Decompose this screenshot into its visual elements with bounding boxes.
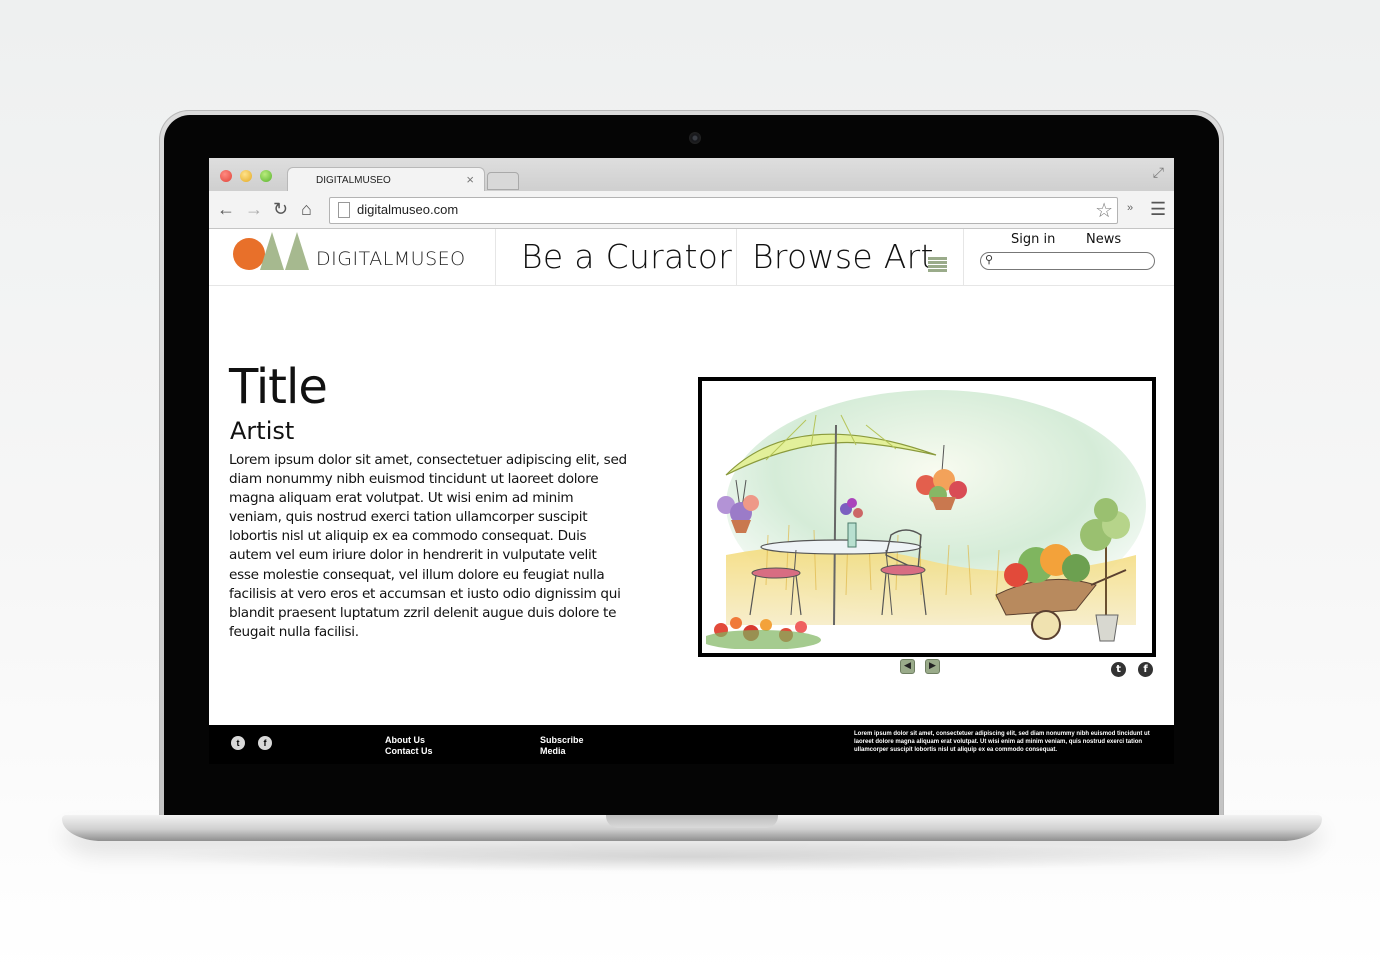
address-bar[interactable]: digitalmuseo.com ☆ (329, 197, 1118, 224)
tab-close-icon[interactable]: × (466, 172, 474, 187)
webcam (689, 132, 701, 144)
browser-toolbar: ← → ↻ ⌂ digitalmuseo.com ☆ » ☰ (209, 191, 1174, 229)
nav-be-a-curator[interactable]: Be a Curator (521, 237, 732, 276)
subscribe-link[interactable]: Subscribe (540, 735, 584, 746)
artwork-frame (698, 377, 1156, 657)
sign-in-link[interactable]: Sign in (1011, 232, 1055, 247)
header-divider (495, 229, 496, 285)
twitter-icon[interactable]: t (231, 736, 245, 750)
browser-tab[interactable]: DIGITALMUSEO × (287, 167, 485, 192)
search-icon: ⚲ (985, 253, 994, 266)
home-icon[interactable]: ⌂ (301, 200, 312, 218)
next-arrow-icon[interactable]: ▶ (925, 659, 940, 674)
artwork-image[interactable] (706, 385, 1148, 649)
footer-text: Lorem ipsum dolor sit amet, consectetuer… (854, 731, 1150, 754)
new-tab-button[interactable] (487, 172, 519, 190)
site-footer: t f About Us Contact Us Subscribe Media … (209, 725, 1174, 764)
laptop-shadow (140, 842, 1240, 872)
bookmark-star-icon[interactable]: ☆ (1095, 198, 1113, 223)
logo-text: DIGITALMUSEO (316, 248, 466, 270)
logo-triangle-shape (285, 232, 309, 270)
about-us-link[interactable]: About Us (385, 735, 425, 746)
news-link[interactable]: News (1086, 232, 1121, 247)
artwork-artist: Artist (230, 417, 295, 445)
tab-title: DIGITALMUSEO (316, 175, 391, 186)
header-divider (963, 229, 964, 285)
website: DIGITALMUSEO Be a Curator Browse Art Sig… (209, 229, 1174, 725)
tab-bar: DIGITALMUSEO × ⤢ (209, 158, 1174, 192)
artwork-title: Title (229, 359, 328, 415)
extensions-chevron-icon[interactable]: » (1127, 202, 1133, 214)
site-header: DIGITALMUSEO Be a Curator Browse Art Sig… (209, 229, 1174, 286)
facebook-icon[interactable]: f (1138, 662, 1153, 677)
close-window-button[interactable] (220, 170, 232, 182)
minimize-window-button[interactable] (240, 170, 252, 182)
browse-menu-icon[interactable] (928, 257, 947, 273)
contact-us-link[interactable]: Contact Us (385, 746, 433, 757)
prev-arrow-icon[interactable]: ◀ (900, 659, 915, 674)
header-divider (736, 229, 737, 285)
url-text: digitalmuseo.com (357, 202, 459, 217)
facebook-icon[interactable]: f (258, 736, 272, 750)
page-icon (338, 202, 350, 218)
back-arrow-icon[interactable]: ← (217, 200, 235, 218)
browser-window: DIGITALMUSEO × ⤢ ← → ↻ ⌂ digitalmuseo.co… (209, 158, 1174, 764)
search-input[interactable]: ⚲ (980, 252, 1155, 270)
zoom-window-button[interactable] (260, 170, 272, 182)
logo-triangle-shape (260, 232, 284, 270)
nav-browse-art[interactable]: Browse Art (752, 237, 934, 276)
fullscreen-icon[interactable]: ⤢ (1153, 164, 1164, 181)
reload-icon[interactable]: ↻ (273, 200, 288, 218)
forward-arrow-icon[interactable]: → (245, 200, 263, 218)
artwork-description: Lorem ipsum dolor sit amet, consectetuer… (229, 452, 627, 640)
twitter-icon[interactable]: t (1111, 662, 1126, 677)
browser-menu-icon[interactable]: ☰ (1150, 199, 1166, 220)
media-link[interactable]: Media (540, 746, 566, 757)
laptop-notch (606, 815, 778, 828)
